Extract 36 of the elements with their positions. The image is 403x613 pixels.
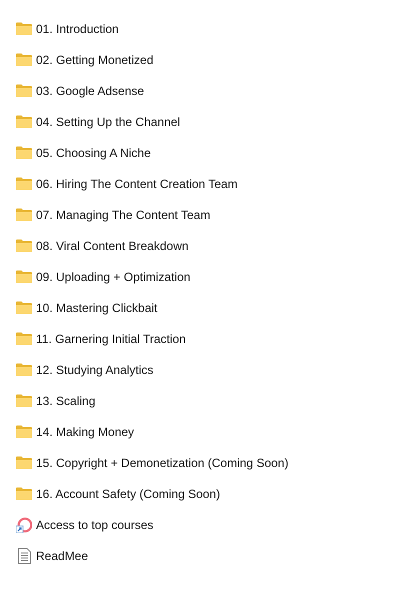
file-list-item[interactable]: 03. Google Adsense	[16, 75, 148, 106]
file-list-item[interactable]: 05. Choosing A Niche	[16, 137, 155, 168]
folder-icon	[16, 394, 32, 407]
folder-icon	[16, 53, 32, 66]
file-list-item[interactable]: 13. Scaling	[16, 385, 100, 416]
folder-icon	[16, 301, 32, 314]
file-list-item[interactable]: 14. Making Money	[16, 416, 138, 447]
folder-icon	[16, 22, 32, 35]
file-list-item[interactable]: 06. Hiring The Content Creation Team	[16, 168, 242, 199]
folder-icon	[16, 146, 32, 159]
file-list-item[interactable]: 16. Account Safety (Coming Soon)	[16, 478, 224, 509]
file-list-item[interactable]: 10. Mastering Clickbait	[16, 292, 162, 323]
folder-icon	[16, 239, 32, 252]
file-list-item[interactable]: 04. Setting Up the Channel	[16, 106, 184, 137]
document-icon	[18, 548, 30, 564]
folder-icon	[16, 456, 32, 469]
folder-icon	[16, 487, 32, 500]
file-list-item[interactable]: ReadMee	[16, 540, 92, 571]
folder-icon	[16, 425, 32, 438]
file-list-item[interactable]: 15. Copyright + Demonetization (Coming Soon)	[16, 447, 292, 478]
folder-icon	[16, 115, 32, 128]
folder-icon	[16, 332, 32, 345]
folder-icon	[16, 270, 32, 283]
shortcut-icon	[16, 516, 32, 532]
file-list-item[interactable]: 11. Garnering Initial Traction	[16, 323, 190, 354]
file-list-item[interactable]: 07. Managing The Content Team	[16, 199, 214, 230]
file-list-item[interactable]: 09. Uploading + Optimization	[16, 261, 194, 292]
file-list-item[interactable]: 12. Studying Analytics	[16, 354, 158, 385]
file-list-item[interactable]: 08. Viral Content Breakdown	[16, 230, 193, 261]
file-list-item[interactable]: Access to top courses	[16, 509, 158, 540]
file-list-item[interactable]: 01. Introduction	[16, 13, 123, 44]
file-list-item[interactable]: 02. Getting Monetized	[16, 44, 158, 75]
folder-icon	[16, 363, 32, 376]
folder-icon	[16, 208, 32, 221]
folder-icon	[16, 84, 32, 97]
folder-icon	[16, 177, 32, 190]
